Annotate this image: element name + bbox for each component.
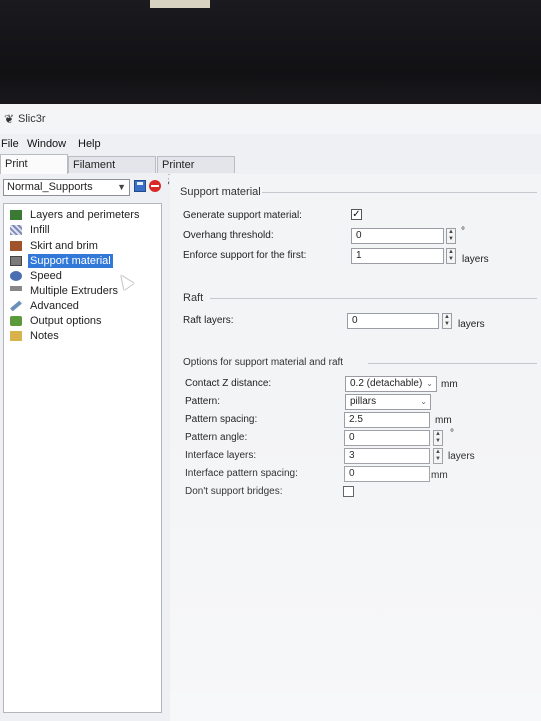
tab-print-settings[interactable]: Print Settings xyxy=(0,154,68,189)
menu-bar: File Window Help xyxy=(0,135,541,153)
chevron-down-icon: ⌄ xyxy=(420,397,427,406)
background-wall xyxy=(150,0,210,8)
section-title-support: Support material xyxy=(180,186,261,198)
pattern-angle-label: Pattern angle: xyxy=(185,432,248,443)
raft-layers-label: Raft layers: xyxy=(183,315,234,326)
window-title: Slic3r xyxy=(18,113,46,125)
save-preset-button[interactable] xyxy=(134,180,146,192)
overhang-threshold-label: Overhang threshold: xyxy=(183,230,274,241)
enforce-support-input[interactable]: 1 xyxy=(351,248,444,264)
pattern-dropdown[interactable]: pillars ⌄ xyxy=(345,394,431,410)
raft-layers-unit: layers xyxy=(458,319,485,330)
chevron-down-icon: ⌄ xyxy=(426,379,433,388)
sidebar-item-label: Output options xyxy=(30,315,102,327)
menu-file[interactable]: File xyxy=(1,138,19,150)
section-divider xyxy=(368,363,537,364)
sidebar-item-label: Infill xyxy=(30,224,50,236)
interface-layers-spinner[interactable]: ▲ ▼ xyxy=(433,448,443,464)
generate-support-checkbox[interactable]: ✓ xyxy=(351,209,362,220)
section-divider xyxy=(210,298,537,299)
pattern-spacing-label: Pattern spacing: xyxy=(185,414,258,425)
contact-z-value: 0.2 (detachable) xyxy=(350,378,423,389)
speed-icon xyxy=(10,271,22,281)
sidebar-item-label: Notes xyxy=(30,330,59,342)
section-title-options: Options for support material and raft xyxy=(183,357,344,368)
notes-icon xyxy=(10,331,22,341)
settings-page-tree: Layers and perimeters Infill Skirt and b… xyxy=(3,203,162,713)
support-icon xyxy=(10,256,22,266)
overhang-threshold-spinner[interactable]: ▲ ▼ xyxy=(446,228,456,244)
contact-z-dropdown[interactable]: 0.2 (detachable) ⌄ xyxy=(345,376,437,392)
settings-tabs: Print Settings Filament Settings Printer… xyxy=(0,154,541,189)
dont-support-bridges-checkbox[interactable] xyxy=(343,486,354,497)
menu-window[interactable]: Window xyxy=(27,138,66,150)
overhang-threshold-input[interactable]: 0 xyxy=(351,228,444,244)
wrench-icon xyxy=(10,300,22,312)
pattern-angle-spinner[interactable]: ▲ ▼ xyxy=(433,430,443,446)
enforce-support-spinner[interactable]: ▲ ▼ xyxy=(446,248,456,264)
pattern-angle-input[interactable]: 0 xyxy=(344,430,430,446)
enforce-support-label: Enforce support for the first: xyxy=(183,250,307,261)
raft-layers-spinner[interactable]: ▲ ▼ xyxy=(442,313,452,329)
enforce-support-unit: layers xyxy=(462,254,489,265)
pattern-angle-unit: ° xyxy=(450,428,454,439)
floppy-disk-icon xyxy=(137,182,143,185)
settings-content: Support material Generate support materi… xyxy=(170,174,541,721)
delete-preset-button[interactable] xyxy=(149,180,161,192)
sidebar-item-label: Support material xyxy=(28,254,113,268)
section-divider xyxy=(262,192,537,193)
interface-spacing-unit: mm xyxy=(431,470,448,481)
preset-dropdown[interactable]: Normal_Supports ▼ xyxy=(3,179,130,196)
overhang-unit: ° xyxy=(461,226,465,237)
skirt-icon xyxy=(10,241,22,251)
settings-sidebar: Normal_Supports ▼ Layers and perimeters … xyxy=(0,174,168,721)
contact-z-unit: mm xyxy=(441,379,458,390)
interface-layers-input[interactable]: 3 xyxy=(344,448,430,464)
pattern-label: Pattern: xyxy=(185,396,221,407)
sidebar-item-label: Multiple Extruders xyxy=(30,285,119,297)
pattern-spacing-input[interactable]: 2.5 xyxy=(344,412,430,428)
title-bar: ❦ Slic3r xyxy=(0,104,541,134)
slic3r-window: ❦ Slic3r File Window Help Print Settings… xyxy=(0,104,541,721)
infill-icon xyxy=(10,225,22,235)
layers-icon xyxy=(10,210,22,220)
sidebar-item-label: Skirt and brim xyxy=(30,240,98,252)
monitor-bezel xyxy=(0,0,541,104)
generate-support-label: Generate support material: xyxy=(183,210,302,221)
slic3r-logo-icon: ❦ xyxy=(4,112,15,126)
contact-z-label: Contact Z distance: xyxy=(185,378,272,389)
sidebar-item-label: Speed xyxy=(30,270,62,282)
sidebar-item-label: Layers and perimeters xyxy=(30,209,140,221)
preset-value: Normal_Supports xyxy=(7,181,93,193)
pattern-spacing-unit: mm xyxy=(435,415,452,426)
interface-spacing-label: Interface pattern spacing: xyxy=(185,468,298,479)
delete-icon xyxy=(151,185,159,187)
interface-layers-label: Interface layers: xyxy=(185,450,257,461)
interface-spacing-input[interactable]: 0 xyxy=(344,466,430,482)
extruder-icon xyxy=(10,286,22,296)
pattern-value: pillars xyxy=(350,396,377,407)
dont-support-bridges-label: Don't support bridges: xyxy=(185,486,283,497)
interface-layers-unit: layers xyxy=(448,451,475,462)
chevron-down-icon: ▼ xyxy=(117,182,126,192)
section-title-raft: Raft xyxy=(183,292,204,304)
menu-help[interactable]: Help xyxy=(78,138,101,150)
output-icon xyxy=(10,316,22,326)
raft-layers-input[interactable]: 0 xyxy=(347,313,439,329)
tab-printer-settings[interactable]: Printer Settings xyxy=(157,156,235,188)
sidebar-item-label: Advanced xyxy=(30,300,79,312)
tab-filament-settings[interactable]: Filament Settings xyxy=(68,156,156,188)
